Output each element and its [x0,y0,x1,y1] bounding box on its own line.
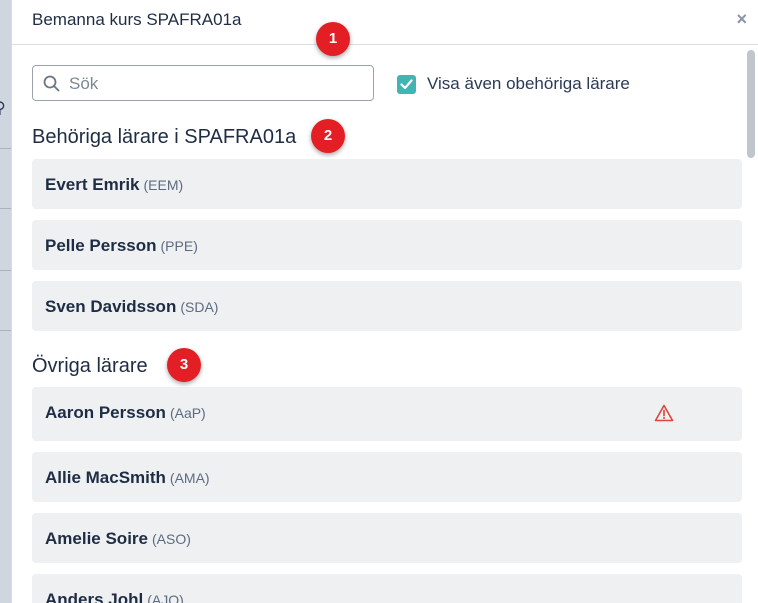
teacher-name-text: Evert Emrik [45,175,140,194]
teacher-row[interactable]: Amelie Soire (ASO) [32,513,742,563]
annotation-badge: 1 [316,22,350,56]
show-unqualified-label[interactable]: Visa även obehöriga lärare [427,74,630,94]
annotation-badge: 3 [167,348,201,382]
modal-header: Bemanna kurs SPAFRA01a × [12,0,758,45]
show-unqualified-checkbox[interactable] [397,75,416,94]
teacher-code: (ASO) [152,531,191,547]
qualified-heading: Behöriga lärare i SPAFRA01a [32,126,297,148]
close-button[interactable]: × [736,9,747,30]
annotation-badge: 2 [311,119,345,153]
teacher-name-text: Amelie Soire [45,529,148,548]
teacher-code: (SDA) [180,299,219,315]
teacher-code: (AJO) [147,592,184,603]
teacher-row[interactable]: Aaron Persson (AaP) [32,387,742,441]
teacher-name: Amelie Soire (ASO) [45,529,191,549]
teacher-row[interactable]: Anders Johl (AJO) [32,574,742,603]
teacher-code: (PPE) [160,238,198,254]
teacher-row[interactable]: Pelle Persson (PPE) [32,220,742,270]
other-teachers-heading: Övriga lärare [32,355,148,377]
teacher-name: Sven Davidsson (SDA) [45,297,218,317]
teacher-name: Allie MacSmith (AMA) [45,468,210,488]
scrollbar-thumb[interactable] [747,50,755,158]
teacher-row[interactable]: Sven Davidsson (SDA) [32,281,742,331]
teacher-name-text: Anders Johl [45,590,144,603]
teacher-name: Evert Emrik (EEM) [45,175,183,195]
teacher-name-text: Pelle Persson [45,236,157,255]
teacher-name-text: Aaron Persson [45,403,166,422]
search-icon [43,75,60,92]
background-search-icon: ⚲ [0,98,6,118]
teacher-code: (AaP) [169,405,206,421]
teacher-name: Anders Johl (AJO) [45,590,184,603]
teacher-code: (AMA) [169,470,210,486]
modal-title: Bemanna kurs SPAFRA01a [32,10,242,29]
teacher-row[interactable]: Allie MacSmith (AMA) [32,452,742,502]
search-input[interactable] [67,72,361,96]
staff-course-modal: Bemanna kurs SPAFRA01a × Visa även obehö… [11,0,758,603]
teacher-name-text: Allie MacSmith [45,468,166,487]
teacher-row[interactable]: Evert Emrik (EEM) [32,159,742,209]
checkmark-icon [400,79,413,90]
teacher-name: Aaron Persson (AaP) [45,403,206,423]
teacher-name-text: Sven Davidsson [45,297,177,316]
teacher-code: (EEM) [143,177,184,193]
teacher-name: Pelle Persson (PPE) [45,236,198,256]
warning-triangle-icon [654,404,674,422]
search-box[interactable] [32,65,374,101]
